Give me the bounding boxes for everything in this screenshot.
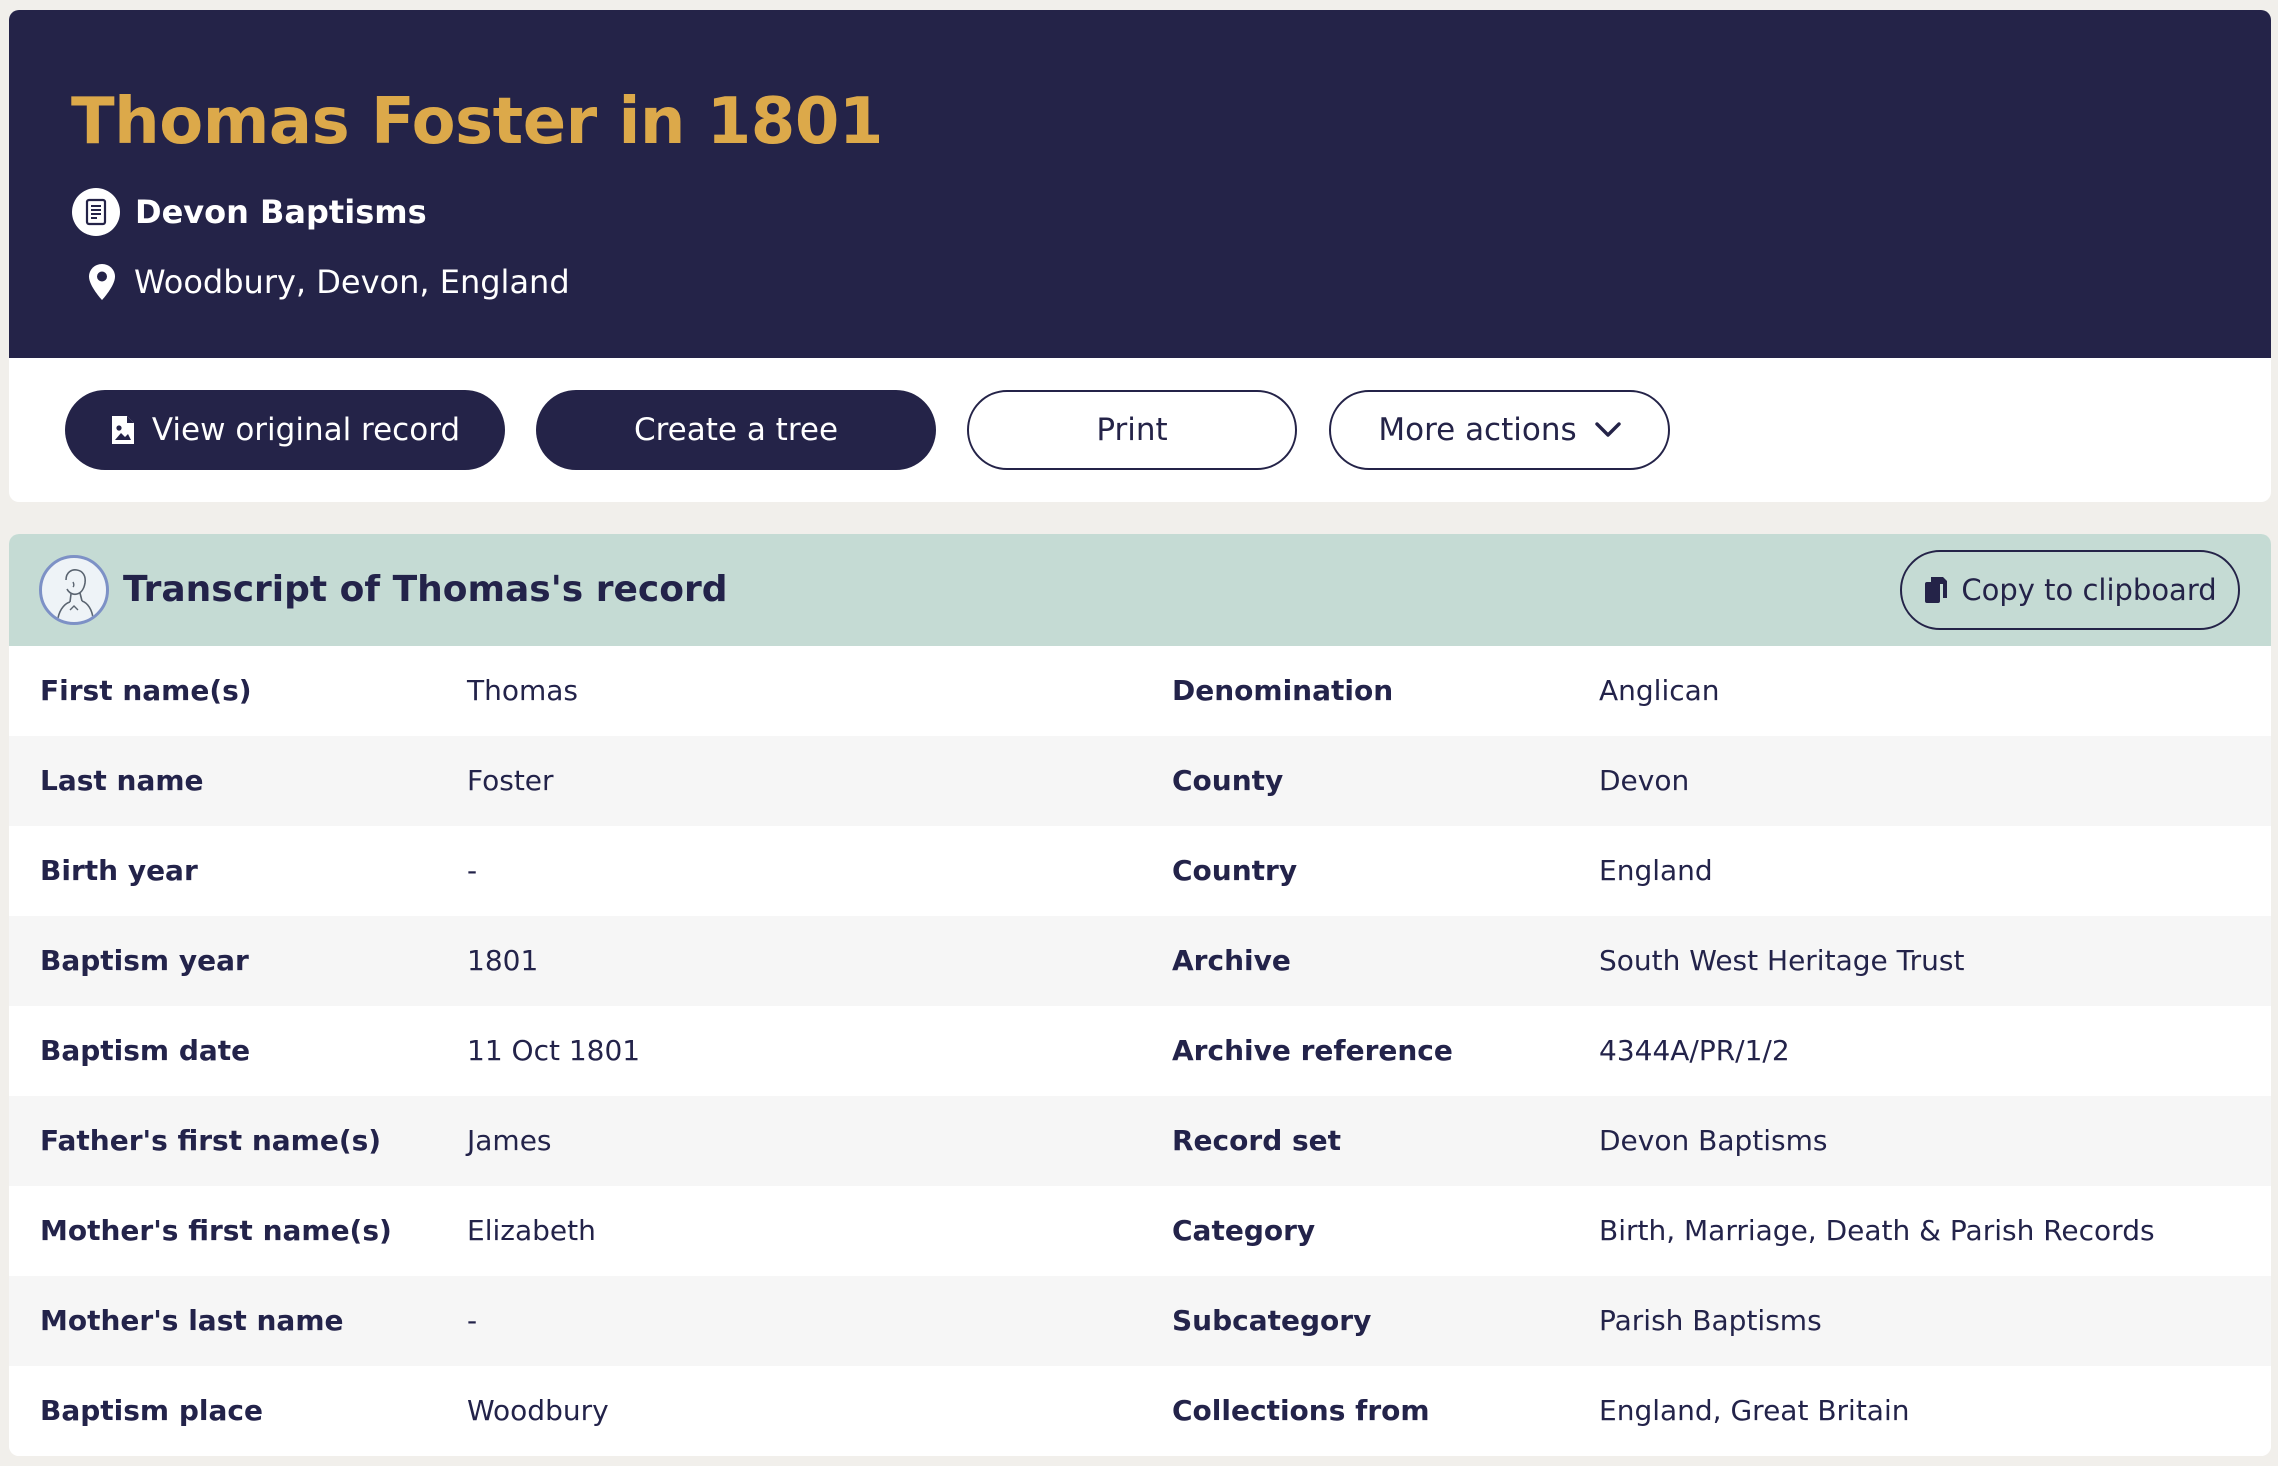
table-row: First name(s) Thomas Denomination Anglic… (9, 646, 2271, 736)
field-value: Thomas (467, 674, 579, 707)
field-label: Country (1172, 854, 1298, 887)
more-actions-button[interactable]: More actions (1329, 390, 1670, 470)
transcript-table: First name(s) Thomas Denomination Anglic… (9, 646, 2271, 1456)
field-label: Baptism date (40, 1034, 251, 1067)
view-original-record-button[interactable]: View original record (65, 390, 505, 470)
field-value: Devon (1599, 764, 1690, 797)
field-value: Elizabeth (467, 1214, 596, 1247)
print-label: Print (1096, 412, 1168, 448)
field-value: Devon Baptisms (1599, 1124, 1828, 1157)
field-value: 4344A/PR/1/2 (1599, 1034, 1790, 1067)
field-value: South West Heritage Trust (1599, 944, 1965, 977)
table-row: Father's first name(s) James Record set … (9, 1096, 2271, 1186)
field-value: Anglican (1599, 674, 1720, 707)
field-label: Denomination (1172, 674, 1394, 707)
table-row: Birth year - Country England (9, 826, 2271, 916)
field-label: Mother's first name(s) (40, 1214, 392, 1247)
table-row: Baptism place Woodbury Collections from … (9, 1366, 2271, 1456)
field-value: Woodbury (467, 1394, 609, 1427)
field-label: Baptism place (40, 1394, 263, 1427)
table-row: Mother's first name(s) Elizabeth Categor… (9, 1186, 2271, 1276)
document-icon (72, 188, 120, 236)
field-value: Birth, Marriage, Death & Parish Records (1599, 1214, 2155, 1247)
create-tree-label: Create a tree (633, 412, 839, 448)
field-value: England, Great Britain (1599, 1394, 1910, 1427)
field-label: First name(s) (40, 674, 252, 707)
field-value: - (467, 1304, 478, 1337)
field-value: 1801 (467, 944, 539, 977)
field-label: Father's first name(s) (40, 1124, 382, 1157)
table-row: Mother's last name - Subcategory Parish … (9, 1276, 2271, 1366)
field-label: Last name (40, 764, 204, 797)
field-label: Archive reference (1172, 1034, 1453, 1067)
collection-name: Devon Baptisms (135, 193, 427, 231)
field-label: Record set (1172, 1124, 1342, 1157)
field-label: Category (1172, 1214, 1316, 1247)
field-label: Collections from (1172, 1394, 1430, 1427)
field-value: Parish Baptisms (1599, 1304, 1822, 1337)
field-label: Mother's last name (40, 1304, 344, 1337)
field-label: County (1172, 764, 1284, 797)
person-sketch-icon (39, 555, 109, 625)
collection-row: Devon Baptisms (72, 188, 427, 236)
field-value: James (467, 1124, 552, 1157)
field-value: 11 Oct 1801 (467, 1034, 641, 1067)
create-tree-button[interactable]: Create a tree (536, 390, 936, 470)
table-row: Baptism date 11 Oct 1801 Archive referen… (9, 1006, 2271, 1096)
table-row: Baptism year 1801 Archive South West Her… (9, 916, 2271, 1006)
field-value: - (467, 854, 478, 887)
print-button[interactable]: Print (967, 390, 1297, 470)
field-label: Baptism year (40, 944, 249, 977)
field-label: Subcategory (1172, 1304, 1372, 1337)
copy-to-clipboard-label: Copy to clipboard (1961, 573, 2217, 607)
image-file-icon (110, 414, 136, 446)
transcript-panel: Transcript of Thomas's record Copy to cl… (9, 534, 2271, 1456)
copy-icon (1923, 575, 1949, 605)
record-header: Thomas Foster in 1801 Devon Baptisms Woo… (9, 10, 2271, 358)
field-value: England (1599, 854, 1713, 887)
action-toolbar: View original record Create a tree Print… (9, 358, 2271, 502)
table-row: Last name Foster County Devon (9, 736, 2271, 826)
copy-to-clipboard-button[interactable]: Copy to clipboard (1900, 550, 2240, 630)
page-title: Thomas Foster in 1801 (71, 85, 883, 159)
more-actions-label: More actions (1378, 412, 1577, 448)
location-row: Woodbury, Devon, England (72, 258, 570, 306)
map-pin-icon (84, 262, 120, 302)
view-original-record-label: View original record (151, 412, 461, 448)
field-label: Birth year (40, 854, 198, 887)
field-value: Foster (467, 764, 554, 797)
location-text: Woodbury, Devon, England (134, 263, 570, 301)
transcript-header: Transcript of Thomas's record Copy to cl… (9, 534, 2271, 646)
chevron-down-icon (1594, 422, 1621, 438)
transcript-title: Transcript of Thomas's record (123, 569, 728, 610)
field-label: Archive (1172, 944, 1291, 977)
